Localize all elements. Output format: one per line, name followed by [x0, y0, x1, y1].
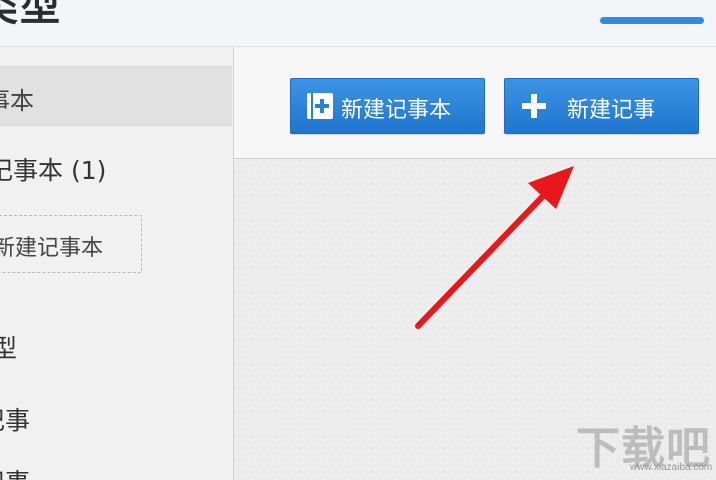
sidebar: 事本 记事本 (1) 新建记事本 型 记事 记事	[0, 47, 234, 480]
new-note-button-label: 新建记事	[567, 98, 656, 123]
sidebar-item-note-2[interactable]: 记事	[0, 463, 30, 480]
watermark-logo: 下载吧 www.xiazaiba.com	[576, 412, 713, 476]
new-notebook-button-label: 新建记事本	[341, 98, 452, 123]
new-notebook-button[interactable]: 新建记事本	[290, 78, 485, 134]
sidebar-item-note[interactable]: 记事	[0, 401, 30, 437]
active-tab-indicator	[600, 17, 704, 24]
new-note-button[interactable]: 新建记事	[504, 78, 699, 134]
add-notebook-box[interactable]: 新建记事本	[0, 215, 142, 273]
add-notebook-label: 新建记事本	[0, 236, 104, 261]
add-notebook-icon	[307, 93, 333, 119]
sidebar-section-type: 型	[0, 334, 18, 363]
sidebar-section-header: 事本	[0, 66, 232, 126]
plus-icon	[522, 94, 546, 118]
watermark-url: www.xiazaiba.com	[630, 462, 713, 473]
top-bar: 类型	[0, 0, 716, 47]
main-toolbar: 新建记事本 新建记事	[234, 47, 716, 159]
sidebar-item-notebook[interactable]: 记事本 (1)	[0, 151, 106, 187]
sidebar-header-label: 事本	[0, 87, 34, 115]
app-window: 类型 事本 记事本 (1) 新建记事本 型 记事 记事 新建记事本	[0, 0, 716, 480]
page-title: 类型	[0, 0, 62, 30]
